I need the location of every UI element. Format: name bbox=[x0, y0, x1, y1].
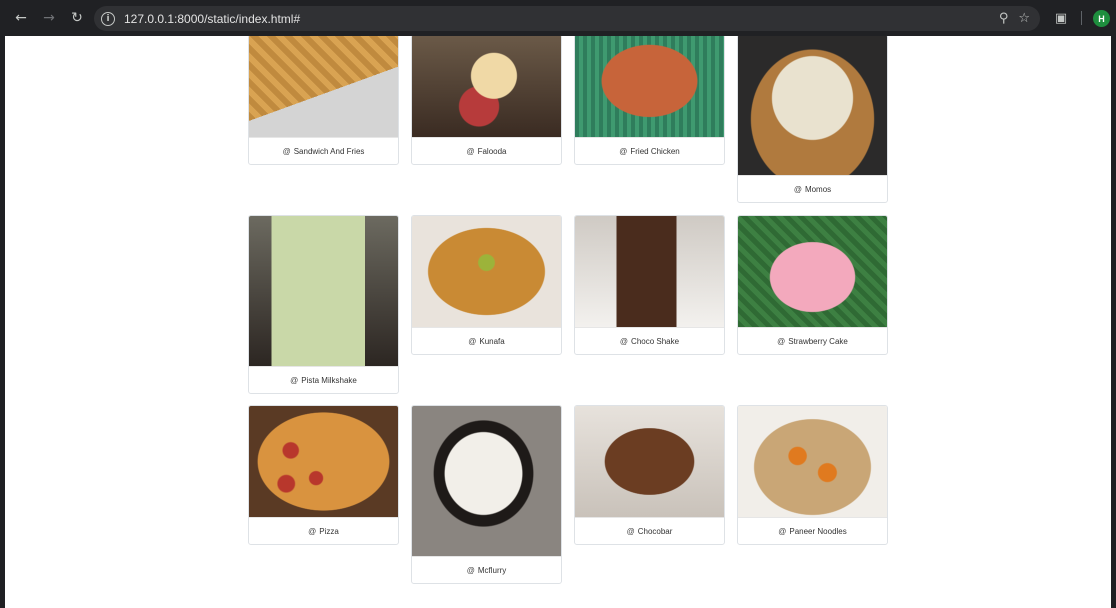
food-photo bbox=[575, 36, 724, 137]
gallery-card[interactable]: @ Falooda bbox=[411, 36, 562, 165]
card-label: Mcflurry bbox=[477, 565, 507, 575]
at-icon: @ bbox=[308, 526, 317, 536]
extensions-icon[interactable]: ▣ bbox=[1052, 9, 1070, 27]
food-photo bbox=[738, 36, 887, 175]
url-text[interactable]: 127.0.0.1:8000/static/index.html# bbox=[124, 12, 300, 26]
reload-icon[interactable]: ↻ bbox=[64, 5, 90, 31]
card-label: Choco Shake bbox=[631, 336, 680, 346]
gallery-card[interactable]: @ Choco Shake bbox=[574, 215, 725, 355]
card-caption: @ Falooda bbox=[412, 137, 561, 164]
card-caption: @ Fried Chicken bbox=[575, 137, 724, 164]
food-photo bbox=[249, 36, 398, 137]
card-label: Pista Milkshake bbox=[301, 375, 357, 385]
card-caption: @ Paneer Noodles bbox=[738, 517, 887, 544]
back-icon[interactable]: ← bbox=[8, 5, 34, 31]
at-icon: @ bbox=[793, 184, 802, 194]
card-label: Strawberry Cake bbox=[788, 336, 848, 346]
bookmark-star-icon[interactable]: ☆ bbox=[1018, 11, 1030, 26]
gallery-card[interactable]: @ Strawberry Cake bbox=[737, 215, 888, 355]
at-icon: @ bbox=[777, 336, 786, 346]
gallery-card[interactable]: @ Chocobar bbox=[574, 405, 725, 545]
profile-avatar[interactable]: H bbox=[1093, 10, 1110, 27]
card-caption: @ Pizza bbox=[249, 517, 398, 544]
at-icon: @ bbox=[619, 146, 628, 156]
gallery-card[interactable]: @ Mcflurry bbox=[411, 405, 562, 584]
gallery-card[interactable]: @ Paneer Noodles bbox=[737, 405, 888, 545]
gallery-card[interactable]: @ Sandwich And Fries bbox=[248, 36, 399, 165]
toolbar-divider bbox=[1081, 11, 1082, 25]
card-caption: @ Chocobar bbox=[575, 517, 724, 544]
food-photo bbox=[249, 406, 398, 517]
at-icon: @ bbox=[290, 375, 299, 385]
card-caption: @ Strawberry Cake bbox=[738, 327, 887, 354]
site-info-icon[interactable]: i bbox=[101, 11, 115, 26]
gallery-card[interactable]: @ Pizza bbox=[248, 405, 399, 545]
card-caption: @ Mcflurry bbox=[412, 556, 561, 583]
card-label: Momos bbox=[804, 184, 832, 194]
gallery-card[interactable]: @ Kunafa bbox=[411, 215, 562, 355]
food-photo bbox=[412, 406, 561, 556]
food-photo bbox=[575, 406, 724, 517]
card-caption: @ Kunafa bbox=[412, 327, 561, 354]
card-label: Chocobar bbox=[637, 526, 673, 536]
card-label: Paneer Noodles bbox=[789, 526, 847, 536]
card-label: Kunafa bbox=[479, 336, 505, 346]
gallery-card[interactable]: @ Fried Chicken bbox=[574, 36, 725, 165]
card-label: Falooda bbox=[477, 146, 507, 156]
at-icon: @ bbox=[466, 146, 475, 156]
card-label: Fried Chicken bbox=[630, 146, 680, 156]
card-label: Sandwich And Fries bbox=[293, 146, 365, 156]
food-photo bbox=[575, 216, 724, 327]
card-caption: @ Sandwich And Fries bbox=[249, 137, 398, 164]
address-bar[interactable]: i 127.0.0.1:8000/static/index.html# ⚲ ☆ bbox=[94, 6, 1040, 31]
at-icon: @ bbox=[282, 146, 291, 156]
at-icon: @ bbox=[466, 565, 475, 575]
food-photo bbox=[738, 406, 887, 517]
zoom-icon[interactable]: ⚲ bbox=[999, 11, 1009, 26]
forward-icon[interactable]: → bbox=[36, 5, 62, 31]
card-caption: @ Momos bbox=[738, 175, 887, 202]
gallery-card[interactable]: @ Pista Milkshake bbox=[248, 215, 399, 394]
gallery-card[interactable]: @ Momos bbox=[737, 36, 888, 203]
card-caption: @ Choco Shake bbox=[575, 327, 724, 354]
food-photo bbox=[738, 216, 887, 327]
food-photo bbox=[249, 216, 398, 366]
at-icon: @ bbox=[626, 526, 635, 536]
at-icon: @ bbox=[619, 336, 629, 346]
card-label: Pizza bbox=[319, 526, 339, 536]
at-icon: @ bbox=[778, 526, 787, 536]
page-viewport: @ Sandwich And Fries @ Falooda @ Fried C… bbox=[5, 36, 1111, 608]
food-photo bbox=[412, 216, 561, 327]
card-caption: @ Pista Milkshake bbox=[249, 366, 398, 393]
at-icon: @ bbox=[468, 336, 477, 346]
browser-toolbar: ← → ↻ i 127.0.0.1:8000/static/index.html… bbox=[0, 0, 1116, 36]
food-photo bbox=[412, 36, 561, 137]
